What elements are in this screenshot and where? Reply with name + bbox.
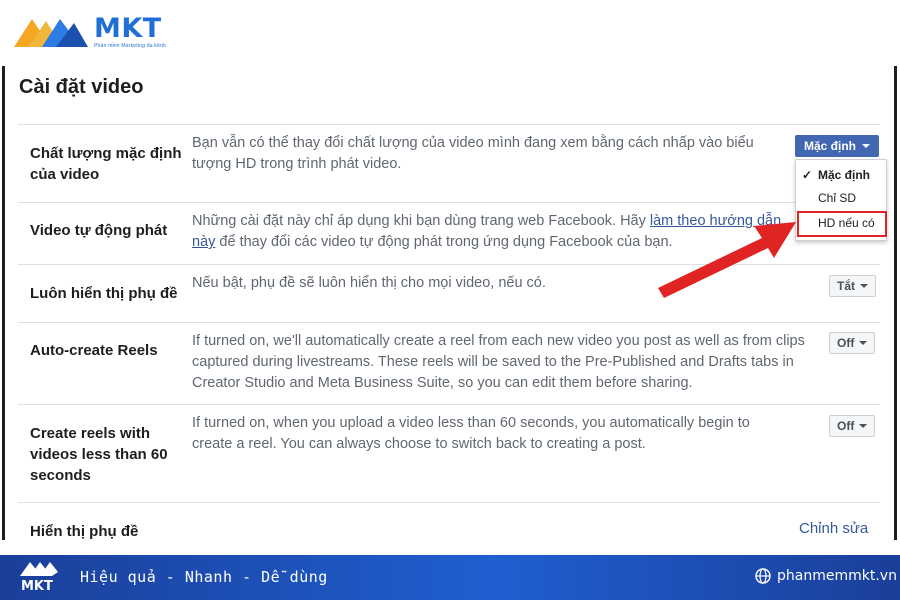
footer-website-text: phanmemmkt.vn (777, 568, 897, 584)
mkt-logo-icon: MKT (20, 562, 58, 594)
auto-create-reels-button[interactable]: Off (829, 332, 876, 354)
brand-name: MKT (94, 13, 162, 44)
short-video-reels-label: Off (837, 419, 855, 433)
setting-row-default-quality: Chất lượng mặc định của video Bạn vẫn có… (18, 124, 880, 202)
description-text: để thay đổi các video tự động phát trong… (215, 234, 673, 250)
setting-label: Auto-create Reels (30, 342, 158, 359)
caret-down-icon (860, 284, 868, 288)
captions-toggle-button[interactable]: Tắt (829, 275, 876, 297)
setting-description: Bạn vẫn có thể thay đổi chất lượng của v… (192, 135, 754, 172)
brand-tagline: Phần mềm Marketing đa kênh (94, 43, 166, 49)
description-text: Những cài đặt này chỉ áp dụng khi bạn dù… (192, 213, 650, 229)
brand-logo: MKT Phần mềm Marketing đa kênh (12, 10, 166, 54)
quality-option-label: Chỉ SD (818, 191, 857, 205)
caret-down-icon (859, 341, 868, 345)
caret-down-icon (859, 424, 868, 428)
globe-icon (755, 568, 771, 584)
setting-description: If turned on, we'll automatically create… (192, 333, 805, 391)
mkt-logo-icon (14, 19, 88, 47)
red-arrow-icon (658, 222, 796, 298)
setting-label: Luôn hiển thị phụ đề (30, 285, 178, 302)
quality-option-default[interactable]: ✓ Mặc định (796, 165, 886, 185)
setting-row-show-captions: Hiển thị phụ đề (18, 502, 880, 540)
footer-website[interactable]: phanmemmkt.vn (755, 568, 897, 584)
caret-down-icon (862, 144, 871, 148)
setting-label: Create reels with videos less than 60 se… (30, 425, 168, 484)
setting-description: If turned on, when you upload a video le… (192, 415, 750, 452)
setting-row-short-video-reels: Create reels with videos less than 60 se… (18, 404, 880, 502)
auto-create-reels-label: Off (837, 336, 855, 350)
footer-bar: MKT Hiệu quả - Nhanh - Dễ dùng phanmemmk… (0, 555, 900, 600)
quality-dropdown-button[interactable]: Mặc định (795, 135, 880, 157)
checkmark-icon: ✓ (802, 168, 813, 182)
setting-row-auto-create-reels: Auto-create Reels If turned on, we'll au… (18, 322, 880, 404)
short-video-reels-button[interactable]: Off (829, 415, 876, 437)
frame-border-left (2, 66, 5, 540)
setting-label: Hiển thị phụ đề (30, 523, 139, 540)
hd-option-highlight-box (797, 211, 887, 237)
setting-label: Chất lượng mặc định của video (30, 145, 182, 183)
captions-toggle-label: Tắt (837, 279, 855, 293)
setting-label: Video tự động phát (30, 222, 168, 239)
frame-border-right (894, 66, 897, 540)
edit-captions-link[interactable]: Chỉnh sửa (799, 520, 868, 537)
quality-option-sd-only[interactable]: Chỉ SD (796, 188, 886, 208)
quality-option-label: Mặc định (818, 168, 871, 182)
quality-dropdown-label: Mặc định (804, 139, 857, 153)
page-title: Cài đặt video (19, 76, 144, 98)
svg-text:MKT: MKT (21, 579, 53, 594)
footer-slogan: Hiệu quả - Nhanh - Dễ dùng (80, 568, 328, 586)
